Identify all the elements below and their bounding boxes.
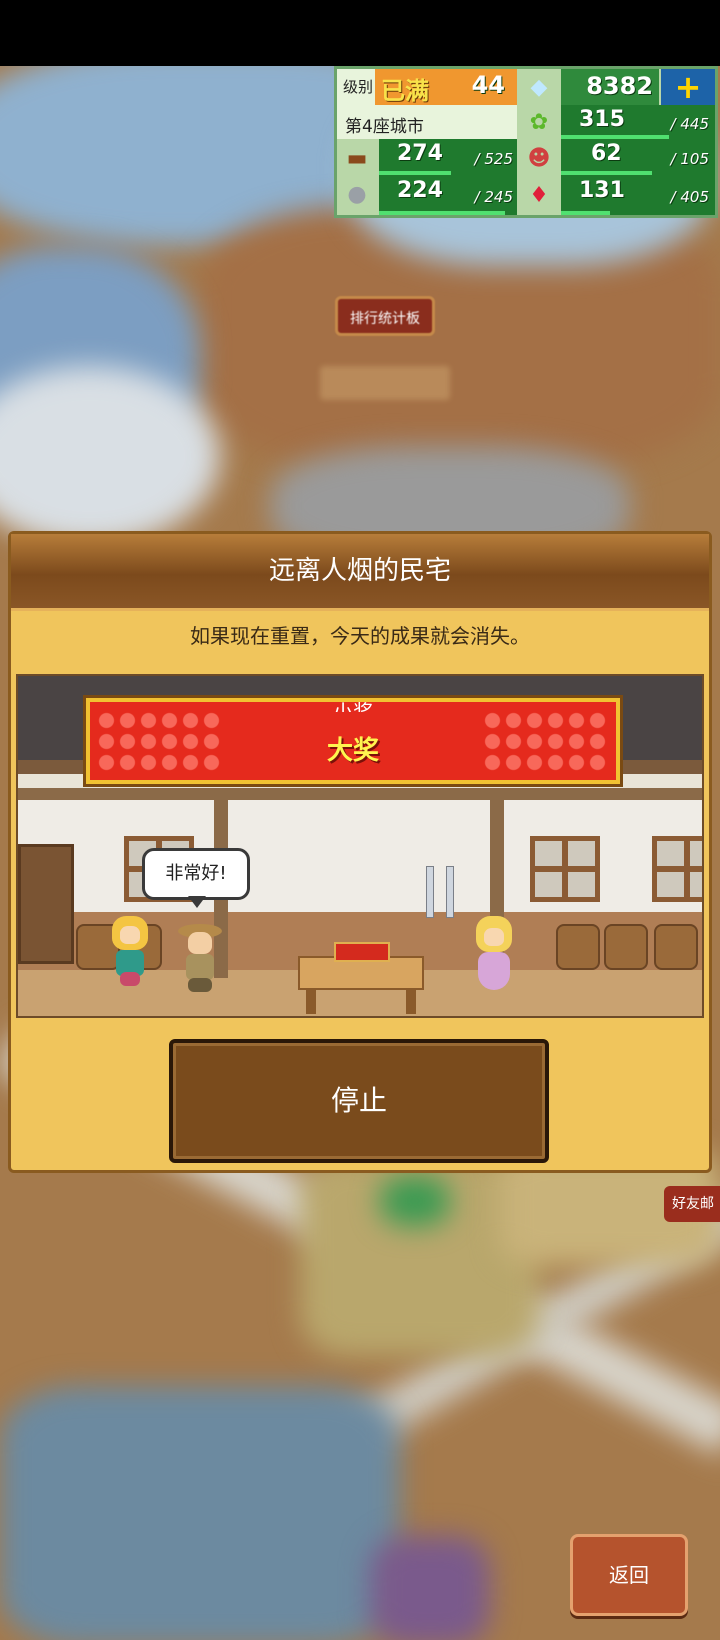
lottery-scene: 小奖 大奖 非常好!	[16, 674, 704, 1018]
speech-bubble: 非常好!	[142, 848, 250, 900]
food-max: / 445	[670, 115, 709, 133]
wood-max: / 525	[474, 150, 513, 168]
ruby-max: / 405	[670, 188, 709, 206]
stop-button[interactable]: 停止	[169, 1039, 549, 1163]
event-dialog: 远离人烟的民宅 如果现在重置，今天的成果就会消失。 小奖 大奖 非常好! 停止	[8, 531, 712, 1173]
level-panel: 级别 已满 44	[337, 69, 517, 105]
prize-cushion	[334, 942, 390, 962]
character-princess	[472, 916, 516, 992]
stone-value: 224	[397, 178, 443, 203]
gems-value: 8382	[586, 72, 653, 100]
people-max: / 105	[670, 150, 709, 168]
back-button[interactable]: 返回	[570, 1534, 688, 1616]
wood-icon: ▬	[346, 145, 368, 171]
food-icon: ✿	[529, 109, 549, 135]
level-label: 级别	[343, 78, 374, 96]
gems-panel: 8382	[561, 69, 659, 105]
dialog-message: 如果现在重置，今天的成果就会消失。	[190, 624, 530, 648]
ruby-icon: ♦	[529, 182, 549, 208]
status-bar	[0, 0, 720, 66]
rank-board-sign[interactable]: 排行统计板	[335, 296, 435, 336]
friend-mail-tab[interactable]: 好友邮	[664, 1186, 720, 1222]
character-explorer	[178, 924, 222, 996]
map-sign[interactable]	[320, 366, 450, 400]
city-name: 第4座城市	[345, 117, 424, 137]
character-blonde-girl	[110, 916, 150, 988]
food-value: 315	[579, 107, 625, 132]
ruby-panel: 131 / 405	[561, 175, 715, 215]
banner-prev-prize: 小奖	[333, 700, 373, 712]
stone-panel: 224 / 245	[379, 175, 517, 215]
prize-banner: 小奖 大奖	[86, 698, 620, 784]
city-name-panel: 第4座城市	[337, 105, 517, 139]
food-panel: 315 / 445	[561, 105, 715, 139]
level-status: 已满	[381, 77, 429, 105]
people-icon: ☻	[527, 145, 551, 171]
resource-hud: 级别 已满 44 ◆ 8382 + 第4座城市 ✿ 315 / 445 ▬ 27…	[334, 66, 718, 218]
banner-current-prize: 大奖	[326, 736, 379, 766]
shelf	[18, 844, 74, 964]
plus-icon: +	[674, 68, 702, 106]
level-value: 44	[471, 71, 505, 99]
people-value: 62	[591, 141, 622, 166]
gem-icon: ◆	[530, 74, 548, 100]
wood-value: 274	[397, 141, 443, 166]
wood-panel: 274 / 525	[379, 139, 517, 175]
swords-decoration	[418, 866, 462, 918]
ruby-value: 131	[579, 178, 625, 203]
stone-icon: ●	[347, 181, 367, 207]
people-panel: 62 / 105	[561, 139, 715, 175]
stone-max: / 245	[474, 188, 513, 206]
dialog-title: 远离人烟的民宅	[11, 534, 709, 611]
add-gems-button[interactable]: +	[661, 69, 715, 105]
